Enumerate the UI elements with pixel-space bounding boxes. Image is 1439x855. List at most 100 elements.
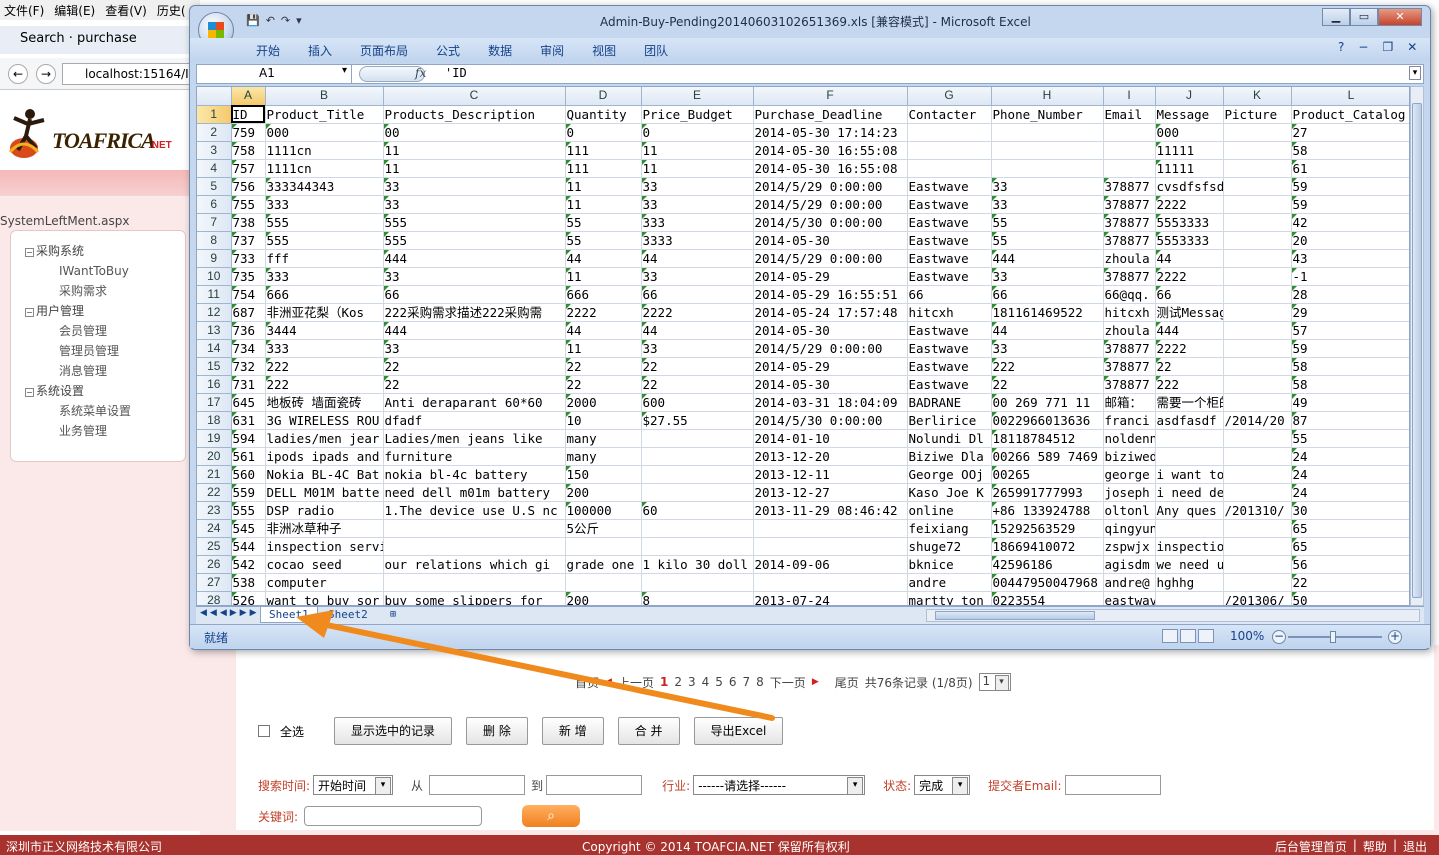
cell[interactable]: Nokia BL-4C Bat xyxy=(265,465,384,484)
cell[interactable] xyxy=(991,123,1104,142)
cell[interactable]: qingyunlongge@qq.com xyxy=(1103,519,1156,538)
row-header[interactable]: 20 xyxy=(197,447,232,466)
cell[interactable]: 444 xyxy=(383,321,566,340)
tree-item-menu-settings[interactable]: 系统菜单设置 xyxy=(25,401,185,421)
column-header-b[interactable]: B xyxy=(265,87,384,106)
cell[interactable]: 754 xyxy=(231,285,266,304)
cell[interactable] xyxy=(1223,195,1292,214)
cell[interactable]: 2222 xyxy=(565,303,642,322)
cell[interactable]: 2014-05-30 xyxy=(753,321,908,340)
tree-item-iwanttobuy[interactable]: IWantToBuy xyxy=(25,261,185,281)
cell[interactable]: 600 xyxy=(641,393,754,412)
cell[interactable]: 2014-05-29 xyxy=(753,357,908,376)
tree-item-business[interactable]: 业务管理 xyxy=(25,421,185,441)
cell[interactable]: 378877 xyxy=(1103,195,1156,214)
cell[interactable]: 378877 xyxy=(1103,357,1156,376)
cell[interactable]: 非洲亚花梨（Kos xyxy=(265,303,384,322)
cell[interactable]: 11 xyxy=(641,141,754,160)
cell[interactable]: 738 xyxy=(231,213,266,232)
pager-next[interactable]: 下一页 xyxy=(770,674,806,691)
save-icon[interactable]: 💾 xyxy=(246,14,260,27)
cell[interactable]: 11 xyxy=(565,339,642,358)
zoom-level[interactable]: 100% xyxy=(1230,629,1264,643)
cell[interactable] xyxy=(1155,519,1224,538)
page-layout-view-icon[interactable] xyxy=(1180,629,1196,643)
tab-team[interactable]: 团队 xyxy=(632,38,684,62)
scroll-thumb[interactable] xyxy=(935,611,1095,620)
cell[interactable]: Anti deraparant 60*60 xyxy=(383,393,566,412)
cell[interactable]: Eastwave xyxy=(907,267,992,286)
cell[interactable]: 333 xyxy=(641,213,754,232)
column-header-e[interactable]: E xyxy=(641,87,754,106)
cell[interactable]: 20 xyxy=(1291,231,1409,250)
cell[interactable]: 150 xyxy=(565,465,642,484)
cell[interactable]: Nolundi Dl xyxy=(907,429,992,448)
cell[interactable]: 2014-05-30 17:14:23 xyxy=(753,123,908,142)
normal-view-icon[interactable] xyxy=(1162,629,1178,643)
cell[interactable]: i want to buy mar xyxy=(1155,465,1224,484)
cell[interactable]: 58 xyxy=(1291,375,1409,394)
cell[interactable]: 1 kilo 30 doll xyxy=(641,555,754,574)
cell[interactable]: noldennathi@nokiamail.c xyxy=(1103,429,1156,448)
cell[interactable]: 55 xyxy=(991,213,1104,232)
row-header[interactable]: 4 xyxy=(197,159,232,178)
zoom-out-icon[interactable]: − xyxy=(1272,630,1286,644)
cell[interactable] xyxy=(1223,537,1292,556)
cell[interactable]: shuge72 xyxy=(907,537,992,556)
cell[interactable]: George OOj xyxy=(907,465,992,484)
cell[interactable]: 65 xyxy=(1291,537,1409,556)
cell[interactable]: want to buy sor xyxy=(265,591,384,605)
cell[interactable]: BADRANE xyxy=(907,393,992,412)
row-header[interactable]: 12 xyxy=(197,303,232,322)
cell[interactable]: 44 xyxy=(991,321,1104,340)
cell[interactable]: Kaso Joe K xyxy=(907,483,992,502)
cell[interactable] xyxy=(1223,483,1292,502)
cell[interactable] xyxy=(753,537,908,556)
name-box[interactable]: A1 xyxy=(197,65,352,83)
cell[interactable] xyxy=(1103,141,1156,160)
cell[interactable]: 222 xyxy=(265,357,384,376)
cell[interactable] xyxy=(1223,267,1292,286)
cell[interactable]: ipods ipads and xyxy=(265,447,384,466)
minimize-icon[interactable]: ▁ xyxy=(1322,8,1350,26)
tree-item-messages[interactable]: 消息管理 xyxy=(25,361,185,381)
pager-first[interactable]: 首页 xyxy=(575,674,599,691)
tree-group-settings[interactable]: − 系统设置 xyxy=(25,381,185,401)
cell[interactable]: 2014/5/29 0:00:00 xyxy=(753,177,908,196)
cell[interactable]: andre xyxy=(907,573,992,592)
cell[interactable]: online xyxy=(907,501,992,520)
cell[interactable] xyxy=(1223,285,1292,304)
industry-select[interactable]: ------请选择------ xyxy=(693,775,866,795)
back-arrow-icon[interactable]: ← xyxy=(8,64,28,84)
cell[interactable]: zhoula xyxy=(1103,321,1156,340)
pager-last[interactable]: 尾页 xyxy=(835,674,859,691)
column-header-i[interactable]: I xyxy=(1103,87,1156,106)
cell[interactable]: 0 xyxy=(641,123,754,142)
cell[interactable]: 444 xyxy=(991,249,1104,268)
cell[interactable] xyxy=(907,141,992,160)
cell[interactable]: 000 xyxy=(1155,123,1224,142)
cell[interactable]: 378877 xyxy=(1103,267,1156,286)
cell[interactable]: 22 xyxy=(991,375,1104,394)
cell[interactable]: 66 xyxy=(991,285,1104,304)
cell[interactable]: Eastwave xyxy=(907,339,992,358)
cell[interactable]: 24 xyxy=(1291,465,1409,484)
column-header-k[interactable]: K xyxy=(1223,87,1292,106)
cell[interactable]: 1111cn xyxy=(265,159,384,178)
row-header[interactable]: 8 xyxy=(197,231,232,250)
cell[interactable]: 3444 xyxy=(265,321,384,340)
cell[interactable]: 378877 xyxy=(1103,231,1156,250)
cell[interactable]: Eastwave xyxy=(907,231,992,250)
cell[interactable]: 757 xyxy=(231,159,266,178)
cell[interactable]: 43 xyxy=(1291,249,1409,268)
cell[interactable] xyxy=(1223,231,1292,250)
row-header[interactable]: 25 xyxy=(197,537,232,556)
cell[interactable]: 759 xyxy=(231,123,266,142)
cell[interactable]: Products_Description xyxy=(383,105,566,124)
cell[interactable]: 444 xyxy=(1155,321,1224,340)
cell[interactable]: 地板砖 墙面瓷砖 xyxy=(265,393,384,412)
cell[interactable]: 测试Message测试Me xyxy=(1155,303,1224,322)
cell[interactable]: 2014-09-06 xyxy=(753,555,908,574)
cell[interactable]: oltonl xyxy=(1103,501,1156,520)
cell[interactable]: Eastwave xyxy=(907,177,992,196)
